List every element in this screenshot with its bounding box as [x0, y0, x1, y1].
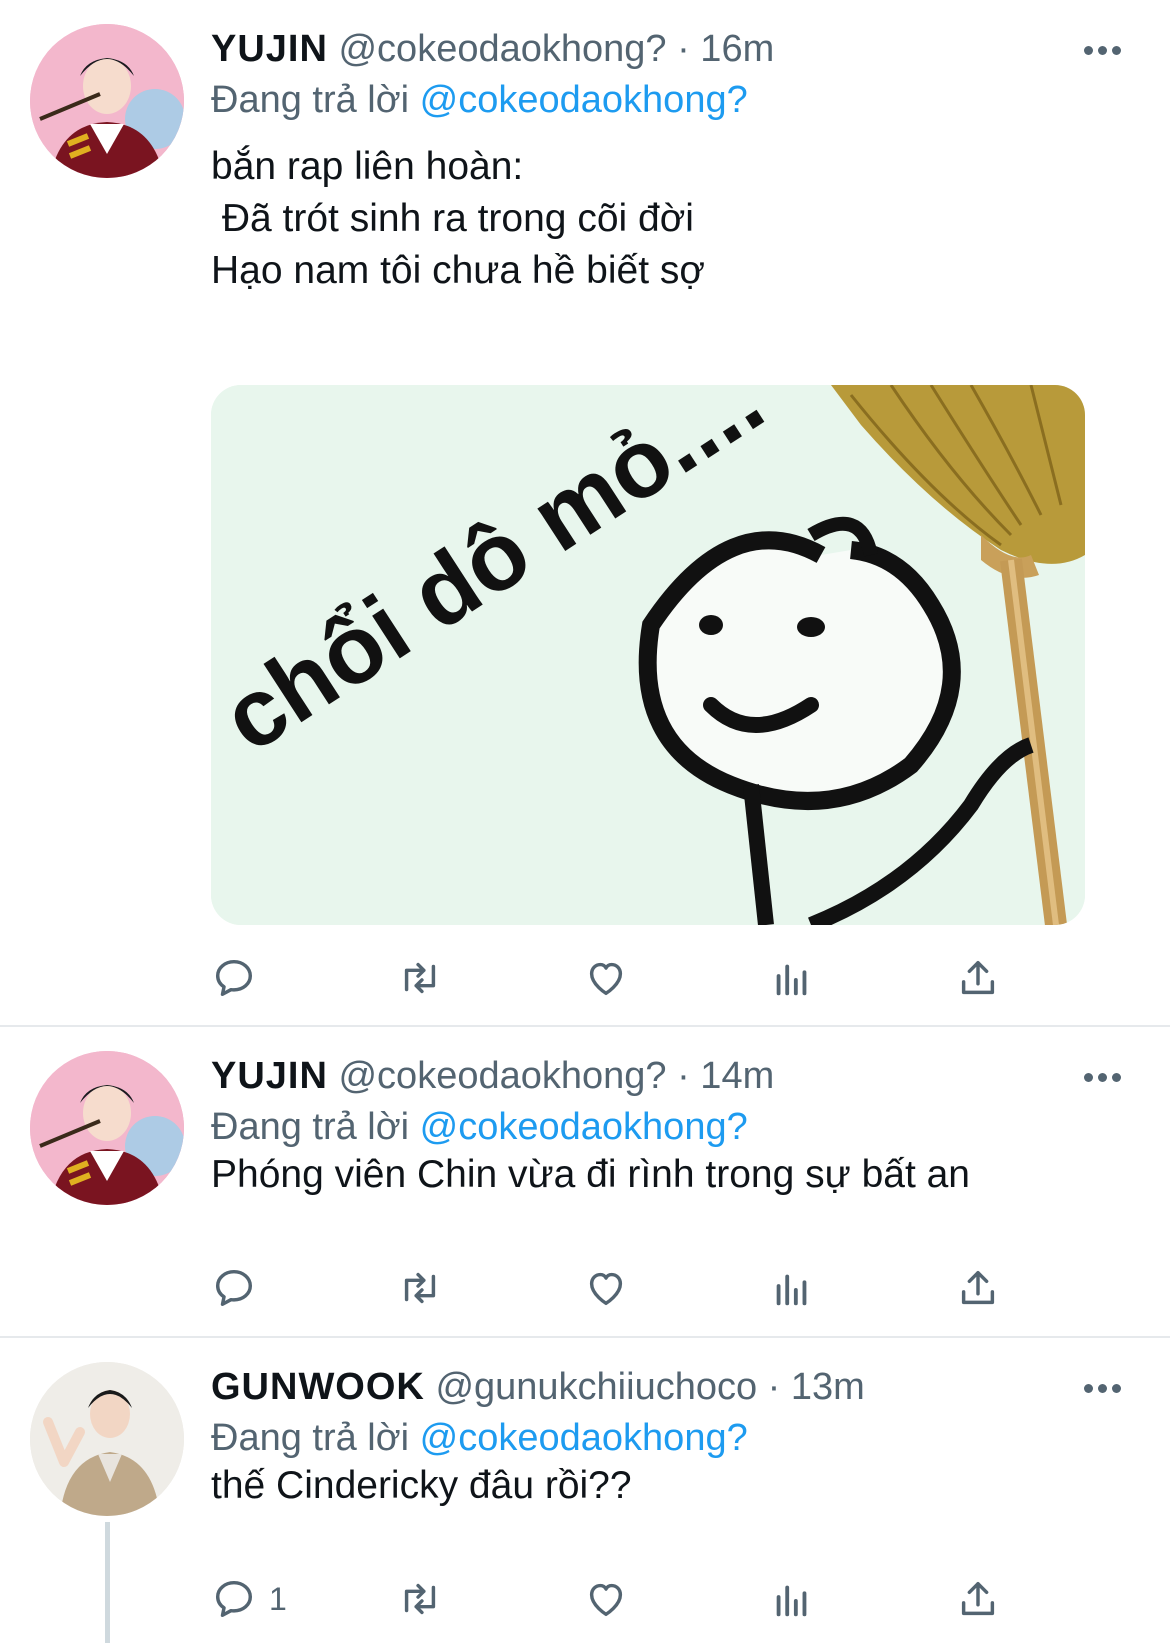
reply-mention[interactable]: @cokeodaokhong?	[420, 1106, 748, 1148]
timestamp[interactable]: · 16m	[677, 28, 774, 70]
display-name[interactable]: YUJIN	[211, 1055, 328, 1097]
tweet-text: Phóng viên Chin vừa đi rình trong sự bất…	[211, 1153, 970, 1196]
handle[interactable]: @cokeodaokhong?	[338, 28, 666, 70]
tweet-header: YUJIN @cokeodaokhong? · 14m	[211, 1053, 774, 1099]
analytics-button[interactable]	[769, 1574, 815, 1624]
analytics-icon	[776, 964, 807, 996]
tweet-header: GUNWOOK @gunukchiiuchoco · 13m	[211, 1364, 865, 1410]
like-button[interactable]	[583, 1263, 629, 1313]
avatar[interactable]	[30, 1051, 184, 1205]
tweet-actions: 1	[211, 1574, 1041, 1624]
reply-button[interactable]: 1	[211, 1574, 287, 1624]
tweet-media[interactable]: chổi dô mỏ....	[211, 385, 1085, 925]
tweet-1[interactable]: YUJIN @cokeodaokhong? · 16m Đang trả lời…	[0, 0, 1170, 1025]
reply-icon	[215, 1269, 253, 1307]
like-icon	[589, 1272, 623, 1306]
display-name[interactable]: GUNWOOK	[211, 1366, 425, 1408]
share-icon	[961, 1270, 995, 1305]
thread-connector	[105, 1522, 110, 1643]
timestamp[interactable]: · 14m	[677, 1055, 774, 1097]
handle[interactable]: @cokeodaokhong?	[338, 1055, 666, 1097]
share-icon	[961, 1581, 995, 1616]
reply-icon	[215, 1580, 253, 1618]
share-button[interactable]	[955, 1263, 1001, 1313]
tweet-actions	[211, 1263, 1041, 1313]
retweet-icon	[404, 1583, 436, 1615]
timestamp[interactable]: · 13m	[768, 1366, 865, 1408]
avatar[interactable]	[30, 1362, 184, 1516]
like-icon	[589, 962, 623, 996]
reply-mention[interactable]: @cokeodaokhong?	[420, 1417, 748, 1459]
reply-prefix: Đang trả lời	[211, 1106, 410, 1148]
share-button[interactable]	[955, 1574, 1001, 1624]
share-button[interactable]	[955, 953, 1001, 1003]
reply-context: Đang trả lời @cokeodaokhong?	[211, 1104, 748, 1150]
avatar[interactable]	[30, 24, 184, 178]
reply-button[interactable]	[211, 953, 269, 1003]
analytics-icon	[776, 1585, 807, 1617]
tweet-header: YUJIN @cokeodaokhong? · 16m	[211, 26, 774, 72]
reply-context: Đang trả lời @cokeodaokhong?	[211, 1415, 748, 1461]
retweet-button[interactable]	[397, 1263, 443, 1313]
tweet-text: thế Cindericky đâu rồi??	[211, 1464, 632, 1507]
more-icon[interactable]	[1084, 42, 1128, 62]
reply-icon	[215, 959, 253, 997]
retweet-button[interactable]	[397, 1574, 443, 1624]
handle[interactable]: @gunukchiiuchoco	[435, 1366, 757, 1408]
share-icon	[961, 960, 995, 995]
tweet-actions	[211, 953, 1041, 1003]
reply-prefix: Đang trả lời	[211, 1417, 410, 1459]
analytics-icon	[776, 1274, 807, 1306]
reply-button[interactable]	[211, 1263, 269, 1313]
reply-prefix: Đang trả lời	[211, 79, 410, 121]
retweet-icon	[404, 1272, 436, 1304]
display-name[interactable]: YUJIN	[211, 28, 328, 70]
analytics-button[interactable]	[769, 953, 815, 1003]
tweet-3[interactable]: GUNWOOK @gunukchiiuchoco · 13m Đang trả …	[0, 1338, 1170, 1643]
like-button[interactable]	[583, 1574, 629, 1624]
reply-context: Đang trả lời @cokeodaokhong?	[211, 77, 748, 123]
tweet-2[interactable]: YUJIN @cokeodaokhong? · 14m Đang trả lời…	[0, 1027, 1170, 1336]
like-icon	[589, 1583, 623, 1617]
reply-count: 1	[269, 1580, 287, 1617]
reply-mention[interactable]: @cokeodaokhong?	[420, 79, 748, 121]
more-icon[interactable]	[1084, 1380, 1128, 1400]
tweet-text: bắn rap liên hoàn: Đã trót sinh ra trong…	[211, 145, 705, 292]
retweet-button[interactable]	[397, 953, 443, 1003]
analytics-button[interactable]	[769, 1263, 815, 1313]
retweet-icon	[404, 962, 436, 994]
like-button[interactable]	[583, 953, 629, 1003]
more-icon[interactable]	[1084, 1069, 1128, 1089]
